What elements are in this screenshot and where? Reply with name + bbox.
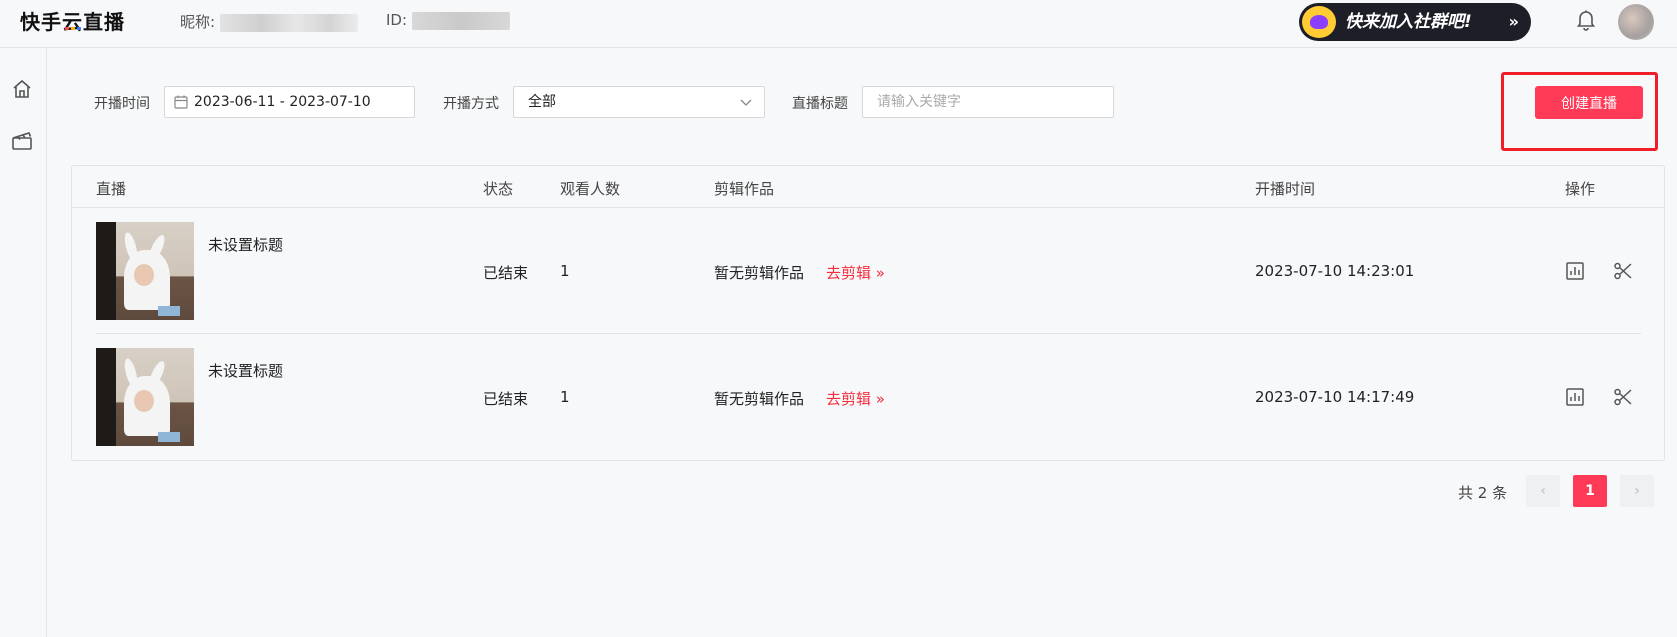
top-bar: 快手云 直播 昵称: ID: 快来加入社群吧! »: [0, 0, 1677, 48]
promo-text: 快来加入社群吧!: [1345, 12, 1472, 32]
table-row: 未设置标题 已结束 1 暂无剪辑作品 去剪辑 » 2023-07-10 14:2…: [72, 208, 1664, 334]
header-clips: 剪辑作品: [714, 180, 775, 198]
mode-filter-label: 开播方式: [443, 96, 499, 112]
pagination-prev[interactable]: ‹: [1526, 475, 1560, 507]
bar-chart-icon[interactable]: [1565, 387, 1585, 407]
header-live: 直播: [96, 180, 127, 198]
title-search-input[interactable]: [862, 86, 1114, 118]
scissors-icon[interactable]: [1613, 261, 1633, 281]
sidebar: [0, 48, 47, 637]
nickname-label: 昵称:: [180, 13, 216, 31]
user-id: ID:: [386, 11, 510, 30]
pagination-page-current[interactable]: 1: [1573, 475, 1607, 507]
date-filter-label: 开播时间: [94, 96, 150, 112]
go-edit-link[interactable]: 去剪辑 »: [826, 388, 885, 409]
home-icon[interactable]: [11, 78, 33, 100]
viewer-count: 1: [560, 262, 570, 280]
user-id-label: ID:: [386, 11, 408, 29]
live-mode-value: 全部: [528, 94, 556, 110]
viewer-count: 1: [560, 388, 570, 406]
nickname: 昵称:: [180, 11, 358, 32]
live-mode-select[interactable]: 全部: [513, 86, 765, 118]
start-time: 2023-07-10 14:23:01: [1255, 262, 1415, 280]
logo-text-2: 直播: [83, 10, 125, 34]
live-table: 直播 状态 观看人数 剪辑作品 开播时间 操作 未设置标题 已结束 1 暂无剪辑…: [71, 165, 1665, 461]
clapperboard-icon[interactable]: [11, 130, 33, 152]
live-status: 已结束: [483, 390, 529, 408]
chevron-down-icon: [740, 99, 752, 106]
pagination-total: 共 2 条: [1458, 484, 1508, 502]
start-time: 2023-07-10 14:17:49: [1255, 388, 1415, 406]
create-live-button[interactable]: 创建直播: [1535, 86, 1643, 119]
title-filter-label: 直播标题: [792, 96, 848, 112]
user-avatar[interactable]: [1618, 4, 1654, 40]
bar-chart-icon[interactable]: [1565, 261, 1585, 281]
pagination-next[interactable]: ›: [1620, 475, 1654, 507]
table-header: 直播 状态 观看人数 剪辑作品 开播时间 操作: [72, 166, 1664, 208]
live-title[interactable]: 未设置标题: [208, 234, 283, 255]
bell-icon[interactable]: [1576, 9, 1596, 31]
logo[interactable]: 快手云 直播: [20, 6, 125, 35]
header-operations: 操作: [1565, 180, 1596, 198]
live-status: 已结束: [483, 264, 529, 282]
live-title[interactable]: 未设置标题: [208, 360, 283, 381]
double-chevron-right-icon: »: [1508, 12, 1519, 31]
live-thumbnail[interactable]: [96, 222, 194, 320]
go-edit-link[interactable]: 去剪辑 »: [826, 262, 885, 283]
live-thumbnail[interactable]: [96, 348, 194, 446]
header-start-time: 开播时间: [1255, 180, 1316, 198]
table-row: 未设置标题 已结束 1 暂无剪辑作品 去剪辑 » 2023-07-10 14:1…: [72, 334, 1664, 460]
header-status: 状态: [483, 180, 514, 198]
clips-empty-text: 暂无剪辑作品: [714, 264, 805, 282]
clips-empty-text: 暂无剪辑作品: [714, 390, 805, 408]
header-viewers: 观看人数: [560, 180, 621, 198]
date-range-picker[interactable]: 2023-06-11 - 2023-07-10: [164, 86, 415, 118]
scissors-icon[interactable]: [1613, 387, 1633, 407]
logo-text-cloud: 云: [62, 10, 83, 34]
community-mascot-icon: [1302, 6, 1336, 38]
user-id-value-blurred: [411, 11, 510, 30]
nickname-value-blurred: [219, 13, 358, 32]
calendar-icon: [174, 95, 188, 109]
logo-text-1: 快手: [20, 10, 62, 34]
join-community-banner[interactable]: 快来加入社群吧! »: [1299, 3, 1531, 41]
date-range-value: 2023-06-11 - 2023-07-10: [194, 94, 371, 110]
